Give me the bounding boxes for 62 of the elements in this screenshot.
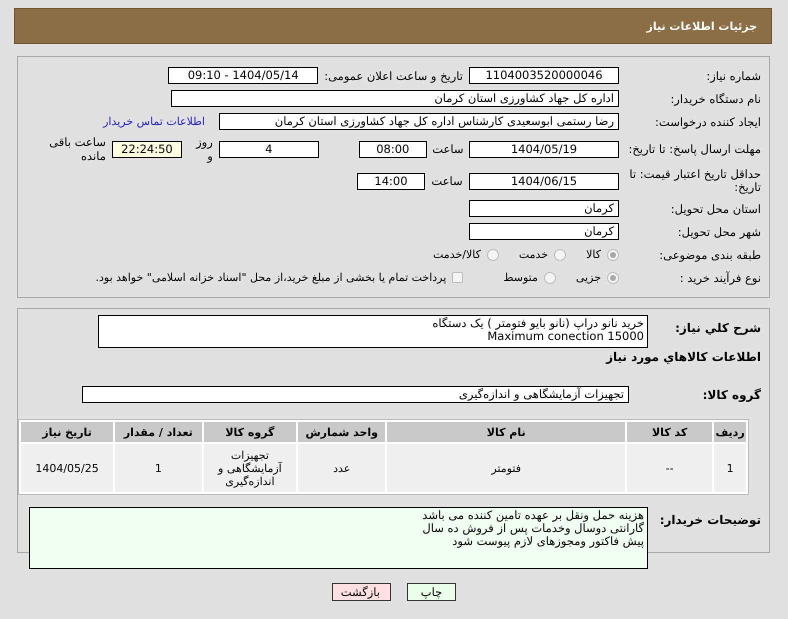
field-label: گروه کالا: xyxy=(702,388,762,402)
table-cell: -- xyxy=(627,444,712,492)
column-header: ردیف xyxy=(714,422,746,442)
radio-button[interactable] xyxy=(607,272,619,284)
table-cell: عدد xyxy=(298,444,386,492)
checkbox[interactable] xyxy=(452,272,464,283)
buyer-org-field: اداره کل جهاد کشاورزی استان کرمان xyxy=(171,90,619,107)
column-header: تعداد / مقدار xyxy=(115,422,202,442)
field-label: ساعت باقی مانده xyxy=(48,135,106,163)
column-header: نام کالا xyxy=(387,422,626,442)
table-cell: 1 xyxy=(115,444,202,492)
field-label: استان محل تحویل: xyxy=(670,202,762,216)
days-field: 4 xyxy=(218,140,319,158)
field-label: روز و xyxy=(194,135,213,163)
city-field: کرمان xyxy=(469,223,619,240)
table-cell: 1 xyxy=(714,444,746,492)
column-header: واحد شمارش xyxy=(298,422,386,442)
field-label: توضیحات خریدار: xyxy=(658,512,762,527)
remaining-time-field: 22:24:50 xyxy=(112,140,182,158)
option-label: کالا xyxy=(586,248,601,261)
option-label: جزیی xyxy=(576,271,601,284)
date-field: 1404/06/15 xyxy=(469,172,619,190)
option-label: متوسط xyxy=(503,271,538,284)
print-button[interactable]: چاپ xyxy=(407,583,456,601)
column-header: گروه کالا xyxy=(204,422,296,442)
option-label: خدمت xyxy=(518,248,548,261)
need-number-field: 1104003520000046 xyxy=(469,67,619,84)
field-label: شهر محل تحویل: xyxy=(676,224,762,238)
announce-date-field: 1404/05/14 - 09:10 xyxy=(168,67,318,84)
field-label: شرح کلي نیاز: xyxy=(674,320,762,335)
field-label: تاریخ و ساعت اعلان عمومی: xyxy=(324,68,463,82)
section-heading: اطلاعات کالاهاي مورد نیاز xyxy=(604,350,761,366)
buyer-contact-link[interactable]: اطلاعات تماس خریدار xyxy=(103,115,205,128)
table-cell: تجهیزات آزمایشگاهی و اندازه‌گیری xyxy=(204,444,296,492)
page-title: جزئیات اطلاعات نیاز xyxy=(646,20,757,32)
field-label: نوع فرآیند خرید : xyxy=(678,270,762,284)
radio-button[interactable] xyxy=(554,248,566,260)
radio-button[interactable] xyxy=(607,248,619,260)
field-label: ساعت xyxy=(431,142,465,156)
field-label: حداقل تاریخ اعتبار قیمت: تا تاریخ: xyxy=(628,168,762,194)
back-button[interactable]: بازگشت xyxy=(332,583,391,601)
option-label: کالا/خدمت xyxy=(433,248,481,261)
field-label: طبقه بندی موضوعی: xyxy=(658,248,762,262)
field-label: نام دستگاه خریدار: xyxy=(669,92,762,106)
column-header: کد کالا xyxy=(627,422,712,442)
requester-field: رضا رستمی ابوسعیدی کارشناس اداره کل جهاد کشاورزی استان کرمان xyxy=(219,113,619,130)
field-label: ایجاد کننده درخواست: xyxy=(654,114,762,128)
date-field: 1404/05/19 xyxy=(469,140,619,158)
option-label: پرداخت تمام یا بخشی از مبلغ خرید،از محل "اسناد خزانه اسلامی" خواهد بود. xyxy=(96,271,446,284)
time-field: 08:00 xyxy=(358,140,427,158)
table-cell: 1404/05/25 xyxy=(21,444,114,492)
column-header: تاریخ نیاز xyxy=(21,422,114,442)
field-label: شماره نیاز: xyxy=(705,68,762,82)
time-field: 14:00 xyxy=(357,172,425,190)
province-field: کرمان xyxy=(469,200,619,217)
goods-group-field: تجهیزات آزمایشگاهی و اندازه‌گیری xyxy=(82,386,629,403)
field-label: مهلت ارسال پاسخ: تا تاریخ: xyxy=(627,142,762,156)
field-label: ساعت xyxy=(430,174,464,188)
radio-button[interactable] xyxy=(486,248,499,260)
buyer-notes-textarea[interactable]: هزینه حمل ونقل بر عهده تامین کننده می باشد گارانتی دوسال وخدمات پس از فروش ده سال پیش فاکتور ومجوزهای لازم پیوست شود xyxy=(29,507,648,569)
table-cell: فتومتر xyxy=(387,444,626,492)
radio-button[interactable] xyxy=(544,272,556,284)
